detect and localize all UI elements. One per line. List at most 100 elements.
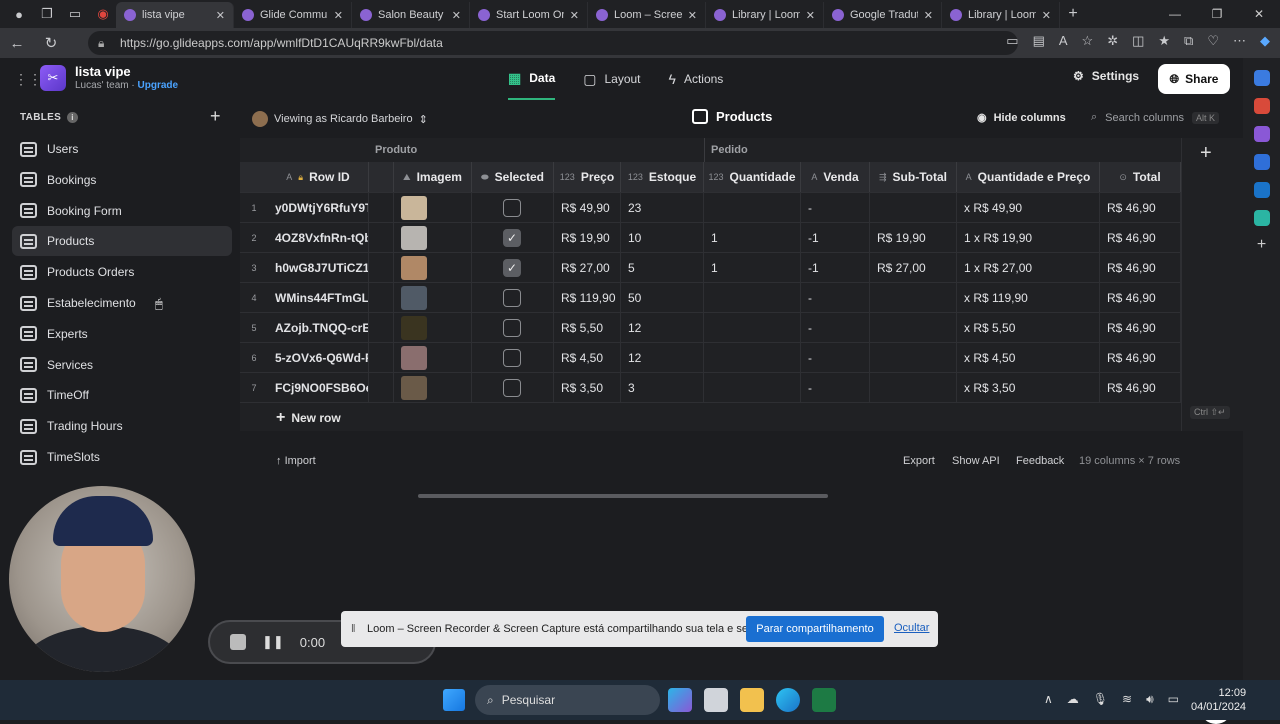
reload-icon[interactable]: ↻ — [34, 34, 68, 52]
cell-total[interactable]: R$ 46,90 — [1100, 283, 1181, 313]
new-tab-button[interactable]: + — [1060, 5, 1086, 23]
table-row[interactable]: 7 FCj9NO0FSB6Oe- R$ 3,50 3 - x R$ 3,50 R$ 46,… — [240, 372, 1181, 403]
column-header-quantidade[interactable]: 123 Quantidade — [704, 162, 801, 192]
close-tab-icon[interactable]: ✕ — [570, 9, 579, 22]
cell-qtdpreco[interactable]: x R$ 5,50 — [957, 313, 1100, 343]
cell-preco[interactable]: R$ 27,00 — [554, 253, 621, 283]
taskbar-search[interactable]: ⌕ Pesquisar — [475, 685, 660, 715]
back-icon[interactable]: ← — [0, 35, 34, 52]
search-sidebar-icon[interactable] — [1253, 70, 1270, 86]
close-tab-icon[interactable]: ✕ — [216, 9, 225, 22]
new-row-button[interactable]: + New row — [240, 402, 1181, 431]
cell-qtd[interactable]: 1 — [704, 253, 801, 283]
cell-venda[interactable]: - — [801, 283, 870, 313]
hide-notice-link[interactable]: Ocultar — [894, 622, 929, 634]
column-header-pre-o[interactable]: 123 Preço — [554, 162, 621, 192]
cell-qtdpreco[interactable]: x R$ 3,50 — [957, 373, 1100, 403]
cell-subtotal[interactable]: R$ 27,00 — [870, 253, 957, 283]
wifi-icon[interactable]: ≋ — [1122, 692, 1132, 707]
close-tab-icon[interactable]: ✕ — [924, 9, 933, 22]
selected-cell[interactable] — [472, 343, 554, 373]
cell-qtdpreco[interactable]: x R$ 4,50 — [957, 343, 1100, 373]
stop-sharing-button[interactable]: Parar compartilhamento — [746, 616, 884, 642]
selected-checkbox[interactable] — [503, 199, 521, 217]
app-logo[interactable]: ✂ — [40, 65, 66, 91]
drag-handle-icon[interactable]: ‖ — [351, 623, 361, 635]
cell-preco[interactable]: R$ 49,90 — [554, 193, 621, 223]
cell-venda[interactable]: - — [801, 313, 870, 343]
column-header-total[interactable]: ⊙ Total — [1100, 162, 1181, 192]
cell-preco[interactable]: R$ 3,50 — [554, 373, 621, 403]
cell-qtdpreco[interactable]: 1 x R$ 19,90 — [957, 223, 1100, 253]
table-row[interactable]: 5 AZojb.TNQQ-crEH R$ 5,50 12 - x R$ 5,50 R$ 4… — [240, 312, 1181, 343]
image-cell[interactable] — [394, 343, 472, 373]
cell-venda[interactable]: -1 — [801, 253, 870, 283]
taskbar-clock[interactable]: 12:09 04/01/2024 — [1191, 686, 1246, 714]
viewing-as-selector[interactable]: Viewing as Ricardo Barbeiro ⇕ — [252, 111, 428, 127]
volume-icon[interactable]: 🔊︎ — [1146, 692, 1154, 707]
show-api-button[interactable]: Show API — [952, 455, 1000, 467]
nav-tab-data[interactable]: ▦ Data — [508, 58, 556, 100]
cell-preco[interactable]: R$ 4,50 — [554, 343, 621, 373]
selected-checkbox[interactable] — [503, 319, 521, 337]
taskview-icon[interactable] — [704, 688, 728, 712]
cell-total[interactable]: R$ 46,90 — [1100, 253, 1181, 283]
sidebar-item-users[interactable]: Users — [12, 134, 232, 164]
cell-estoque[interactable]: 23 — [621, 193, 704, 223]
column-header-selected[interactable]: ⬬ Selected — [472, 162, 554, 192]
cell-estoque[interactable]: 12 — [621, 343, 704, 373]
cell-venda[interactable]: -1 — [801, 223, 870, 253]
selected-cell[interactable] — [472, 193, 554, 223]
close-tab-icon[interactable]: ✕ — [334, 9, 343, 22]
cell-preco[interactable]: R$ 5,50 — [554, 313, 621, 343]
cell-id[interactable]: FCj9NO0FSB6Oe- — [268, 373, 369, 403]
cell-preco[interactable]: R$ 119,90 — [554, 283, 621, 313]
battery-icon[interactable]: ▭ — [1168, 692, 1179, 707]
image-cell[interactable] — [394, 313, 472, 343]
cell-venda[interactable]: - — [801, 373, 870, 403]
cell-total[interactable]: R$ 46,90 — [1100, 343, 1181, 373]
cell-id[interactable]: AZojb.TNQQ-crEH — [268, 313, 369, 343]
cell-qtd[interactable] — [704, 283, 801, 313]
cell-qtdpreco[interactable]: x R$ 49,90 — [957, 193, 1100, 223]
nav-tab-actions[interactable]: ϟ Actions — [669, 58, 724, 100]
copilot-taskbar-icon[interactable] — [668, 688, 692, 712]
maximize-icon[interactable]: ❐ — [1196, 0, 1238, 28]
cell-id[interactable]: 5-zOVx6-Q6Wd-F — [268, 343, 369, 373]
file-explorer-icon[interactable] — [740, 688, 764, 712]
image-cell[interactable] — [394, 223, 472, 253]
cell-estoque[interactable]: 12 — [621, 313, 704, 343]
cell-estoque[interactable]: 5 — [621, 253, 704, 283]
cell-subtotal[interactable] — [870, 373, 957, 403]
drop-icon[interactable] — [1253, 210, 1270, 226]
shopping-icon[interactable] — [1253, 98, 1270, 114]
cell-qtdpreco[interactable]: x R$ 119,90 — [957, 283, 1100, 313]
selected-cell[interactable] — [472, 283, 554, 313]
selected-checkbox[interactable] — [503, 289, 521, 307]
browser-tab[interactable]: lista vipe ✕ — [116, 2, 234, 28]
read-aloud-icon[interactable]: A — [1059, 33, 1068, 49]
browser-tab[interactable]: Library | Loom ✕ — [942, 2, 1060, 28]
nav-tab-layout[interactable]: ▢ Layout — [583, 58, 640, 100]
cell-total[interactable]: R$ 46,90 — [1100, 193, 1181, 223]
sidebar-item-bookings[interactable]: Bookings — [12, 165, 232, 195]
heart-icon[interactable]: ♡ — [1207, 33, 1219, 49]
close-tab-icon[interactable]: ✕ — [806, 9, 815, 22]
share-button[interactable]: 🌐︎ Share — [1158, 64, 1230, 94]
column-header-estoque[interactable]: 123 Estoque — [621, 162, 704, 192]
cell-qtdpreco[interactable]: 1 x R$ 27,00 — [957, 253, 1100, 283]
tab-actions-icon[interactable]: ▭ — [62, 3, 88, 25]
table-row[interactable]: 24OZ8VxfnRn-tQbıso✓R$ 19,90101-1R$ 19,90… — [240, 222, 1181, 253]
image-cell[interactable] — [394, 283, 472, 313]
cell-preco[interactable]: R$ 19,90 — [554, 223, 621, 253]
image-cell[interactable] — [394, 253, 472, 283]
favorite-icon[interactable]: ☆ — [1082, 33, 1094, 49]
column-header-venda[interactable]: A Venda — [801, 162, 870, 192]
cell-total[interactable]: R$ 46,90 — [1100, 223, 1181, 253]
url-bar[interactable]: 🔒︎ https://go.glideapps.com/app/wmlfDtD1… — [88, 31, 1018, 55]
cell-qtd[interactable] — [704, 313, 801, 343]
cell-qtd[interactable] — [704, 193, 801, 223]
table-row[interactable]: 4 WMins44FTmGLumiza R$ 119,9050 - x R$ 119,… — [240, 282, 1181, 313]
selected-cell[interactable] — [472, 313, 554, 343]
excel-icon[interactable] — [812, 688, 836, 712]
